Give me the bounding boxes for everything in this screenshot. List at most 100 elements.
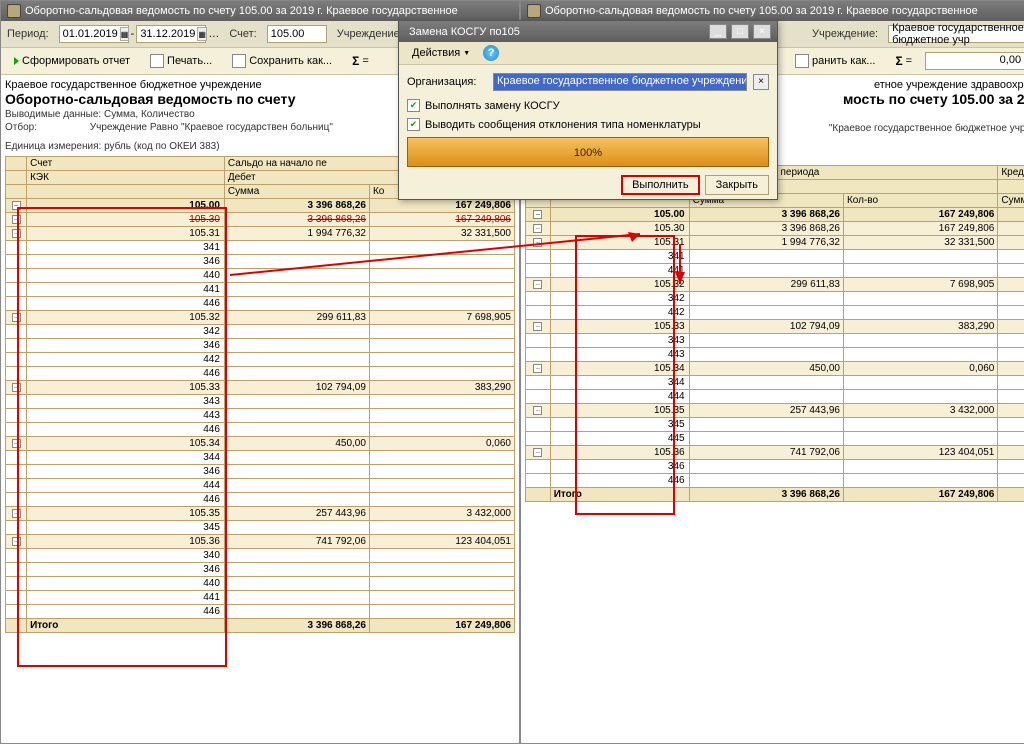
- table-row[interactable]: −105.33102 794,09383,290: [526, 320, 1024, 334]
- table-row[interactable]: 346: [6, 563, 515, 577]
- table-row[interactable]: 340: [6, 549, 515, 563]
- expander-icon[interactable]: −: [12, 537, 21, 546]
- table-row[interactable]: −105.311 994 776,3232 331,500: [526, 236, 1024, 250]
- table-row[interactable]: −105.003 396 868,26167 249,806: [526, 208, 1024, 222]
- table-row[interactable]: −105.35257 443,963 432,000: [526, 404, 1024, 418]
- table-row[interactable]: −105.34450,000,060: [526, 362, 1024, 376]
- chk-replace[interactable]: ✔ Выполнять замену КОСГУ: [407, 99, 769, 112]
- table-row[interactable]: −105.33102 794,09383,290: [6, 381, 515, 395]
- table-row[interactable]: 346: [6, 339, 515, 353]
- table-row[interactable]: 346: [6, 255, 515, 269]
- table-row[interactable]: −105.003 396 868,26167 249,806: [6, 199, 515, 213]
- table-row[interactable]: −105.36741 792,06123 404,051: [526, 446, 1024, 460]
- table-row[interactable]: 444: [6, 479, 515, 493]
- calendar-icon[interactable]: ▦: [120, 27, 130, 41]
- expander-icon[interactable]: −: [533, 322, 542, 331]
- table-row[interactable]: 446: [6, 493, 515, 507]
- total-label: Итого: [27, 619, 225, 633]
- right-grid: Сальдо на начало периодаКред Дебет Сумма…: [525, 165, 1024, 502]
- minimize-button[interactable]: _: [709, 24, 727, 39]
- period-select-button[interactable]: …: [208, 28, 219, 40]
- dialog-titlebar[interactable]: Замена КОСГУ по105 _ □ ×: [399, 21, 777, 42]
- table-row[interactable]: 344: [526, 376, 1024, 390]
- table-row[interactable]: 343: [526, 334, 1024, 348]
- expander-icon[interactable]: −: [12, 229, 21, 238]
- help-icon[interactable]: ?: [483, 45, 499, 61]
- print-button[interactable]: Печать...: [143, 51, 219, 71]
- account-field[interactable]: 105.00: [267, 25, 327, 43]
- actions-menu[interactable]: Действия ▼: [405, 44, 477, 62]
- table-row[interactable]: −105.32299 611,837 698,905: [526, 278, 1024, 292]
- expander-icon[interactable]: −: [533, 210, 542, 219]
- date-to-field[interactable]: 31.12.2019▦: [136, 25, 206, 43]
- save-as-button[interactable]: ранить как...: [788, 51, 882, 71]
- table-row[interactable]: 446: [526, 474, 1024, 488]
- clear-org-button[interactable]: ×: [753, 74, 769, 90]
- save-as-button[interactable]: Сохранить как...: [225, 51, 339, 71]
- table-row[interactable]: 441: [6, 283, 515, 297]
- table-row[interactable]: 440: [6, 269, 515, 283]
- generate-report-button[interactable]: Сформировать отчет: [7, 52, 137, 70]
- expander-icon[interactable]: −: [533, 406, 542, 415]
- table-row[interactable]: 442: [526, 306, 1024, 320]
- table-row[interactable]: 345: [526, 418, 1024, 432]
- maximize-button[interactable]: □: [731, 24, 749, 39]
- inst-field[interactable]: Краевое государственное бюджетное учр: [888, 25, 1024, 43]
- table-row[interactable]: 446: [6, 297, 515, 311]
- checkbox-icon[interactable]: ✔: [407, 99, 420, 112]
- table-row[interactable]: −105.36741 792,06123 404,051: [6, 535, 515, 549]
- table-row[interactable]: 341: [526, 250, 1024, 264]
- expander-icon[interactable]: −: [533, 280, 542, 289]
- expander-icon[interactable]: −: [12, 383, 21, 392]
- sum-field[interactable]: 0,00: [925, 52, 1024, 70]
- table-row[interactable]: 441: [526, 264, 1024, 278]
- table-row[interactable]: 344: [6, 451, 515, 465]
- table-row[interactable]: 346: [526, 460, 1024, 474]
- table-row[interactable]: 345: [6, 521, 515, 535]
- table-row[interactable]: −105.303 396 868,26167 249,806: [6, 213, 515, 227]
- table-row[interactable]: 446: [6, 423, 515, 437]
- sigma-button[interactable]: Σ=: [888, 51, 919, 71]
- expander-icon[interactable]: −: [12, 215, 21, 224]
- table-row[interactable]: 445: [526, 432, 1024, 446]
- col-kek: КЭК: [27, 171, 225, 185]
- close-dialog-button[interactable]: Закрыть: [705, 175, 769, 195]
- checkbox-icon[interactable]: ✔: [407, 118, 420, 131]
- expander-icon[interactable]: −: [533, 448, 542, 457]
- table-row[interactable]: 341: [6, 241, 515, 255]
- table-row[interactable]: 346: [6, 465, 515, 479]
- expander-icon[interactable]: −: [12, 313, 21, 322]
- close-button[interactable]: ×: [753, 24, 771, 39]
- table-row[interactable]: 343: [6, 395, 515, 409]
- table-row[interactable]: −105.303 396 868,26167 249,806: [526, 222, 1024, 236]
- table-row[interactable]: −105.311 994 776,3232 331,500: [6, 227, 515, 241]
- org-field[interactable]: Краевое государственное бюджетное учрежд…: [493, 73, 747, 91]
- table-row[interactable]: 440: [6, 577, 515, 591]
- expander-icon[interactable]: −: [12, 201, 21, 210]
- table-row[interactable]: 444: [526, 390, 1024, 404]
- table-row[interactable]: 441: [6, 591, 515, 605]
- table-row[interactable]: 446: [6, 367, 515, 381]
- table-row[interactable]: −105.34450,000,060: [6, 437, 515, 451]
- calendar-icon[interactable]: ▦: [197, 27, 207, 41]
- chk-messages[interactable]: ✔ Выводить сообщения отклонения типа ном…: [407, 118, 769, 131]
- table-row[interactable]: −105.32299 611,837 698,905: [6, 311, 515, 325]
- execute-button[interactable]: Выполнить: [621, 175, 699, 195]
- expander-icon[interactable]: −: [533, 238, 542, 247]
- table-row[interactable]: −105.35257 443,963 432,000: [6, 507, 515, 521]
- table-row[interactable]: 443: [526, 348, 1024, 362]
- table-row[interactable]: 342: [526, 292, 1024, 306]
- table-row[interactable]: 443: [6, 409, 515, 423]
- total-label: Итого: [550, 488, 689, 502]
- expander-icon[interactable]: −: [12, 509, 21, 518]
- table-row[interactable]: 342: [6, 325, 515, 339]
- expander-icon[interactable]: −: [12, 439, 21, 448]
- expander-icon[interactable]: −: [533, 364, 542, 373]
- table-row[interactable]: 442: [6, 353, 515, 367]
- total-qty: 167 249,806: [369, 619, 514, 633]
- period-label: Период:: [7, 28, 49, 40]
- sigma-button[interactable]: Σ=: [345, 51, 376, 71]
- expander-icon[interactable]: −: [533, 224, 542, 233]
- table-row[interactable]: 446: [6, 605, 515, 619]
- date-from-field[interactable]: 01.01.2019▦: [59, 25, 129, 43]
